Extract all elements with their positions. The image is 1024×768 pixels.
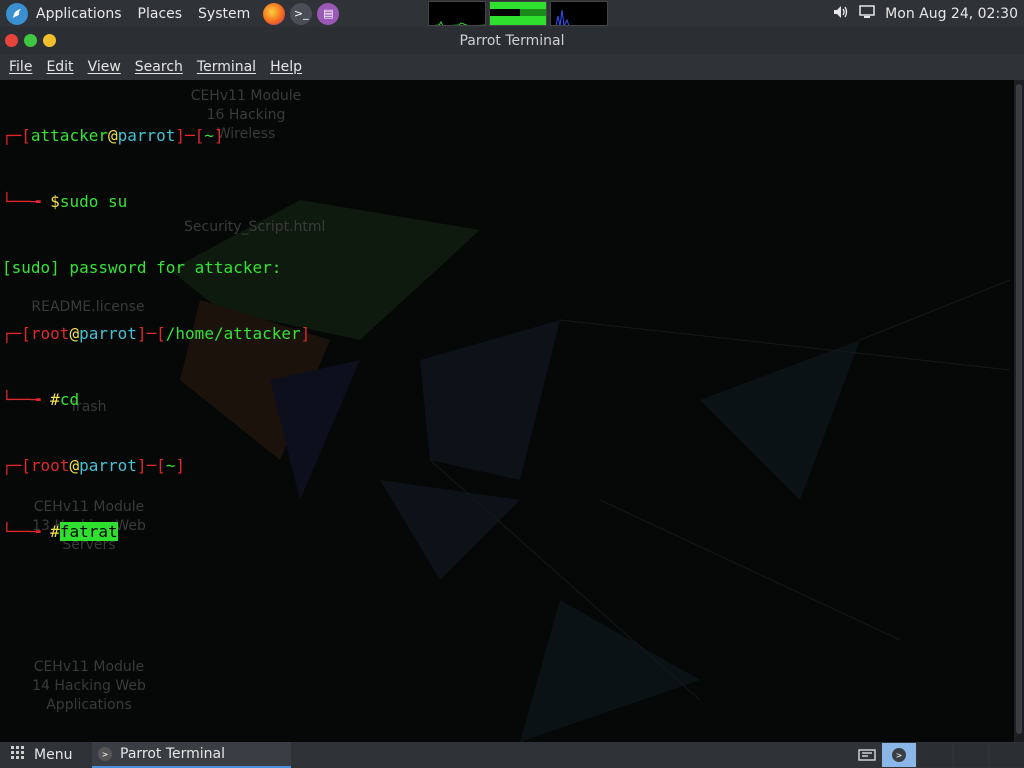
network-monitor: [550, 1, 608, 26]
top-panel: Applications Places System >_ ▤ Mon Aug …: [0, 0, 1024, 27]
window-titlebar[interactable]: Parrot Terminal: [0, 27, 1024, 54]
menu-button[interactable]: Menu: [0, 742, 88, 768]
menu-view[interactable]: View: [81, 59, 128, 75]
grid-icon: [10, 745, 26, 765]
system-menu[interactable]: System: [190, 0, 258, 27]
menu-file[interactable]: File: [2, 59, 39, 75]
terminal-icon: >: [892, 748, 906, 762]
system-label: System: [198, 5, 251, 22]
menu-help[interactable]: Help: [263, 59, 309, 75]
display-icon[interactable]: [859, 4, 875, 23]
taskbar-item-parrot-terminal[interactable]: > Parrot Terminal: [92, 742, 291, 768]
window-title: Parrot Terminal: [459, 33, 565, 49]
scrollbar-thumb[interactable]: [1016, 84, 1022, 734]
terminal-output: ┌─[attacker@parrot]─[~] └──╼ $sudo su [s…: [2, 81, 310, 587]
terminal-line: [sudo] password for attacker:: [2, 258, 282, 277]
taskbar-item-label: Parrot Terminal: [120, 746, 226, 762]
clock[interactable]: Mon Aug 24, 02:30: [885, 6, 1018, 22]
volume-icon[interactable]: [833, 5, 849, 23]
terminal-icon[interactable]: >_: [290, 2, 313, 25]
applications-label: Applications: [36, 5, 122, 22]
menubar: File Edit View Search Terminal Help: [0, 54, 1024, 80]
places-menu[interactable]: Places: [130, 0, 191, 27]
menu-search[interactable]: Search: [128, 59, 190, 75]
menu-terminal[interactable]: Terminal: [190, 59, 263, 75]
terminal-line: └──╼ $sudo su: [2, 192, 128, 211]
places-label: Places: [137, 5, 183, 22]
desktop-icon-module14: CEHv11 Module 14 Hacking Web Application…: [32, 659, 146, 713]
bottom-panel: Menu > Parrot Terminal >: [0, 742, 1024, 768]
firefox-icon[interactable]: [263, 2, 286, 25]
terminal-scrollbar[interactable]: [1014, 80, 1024, 742]
terminal-area[interactable]: CEHv11 Module 16 Hacking Wireless Securi…: [0, 80, 1014, 742]
cpu-monitor: [428, 1, 486, 26]
workspace-3[interactable]: [954, 743, 988, 767]
applications-menu[interactable]: Applications: [28, 0, 130, 27]
terminal-line: └──╼ #cd: [2, 390, 80, 409]
show-desktop-icon[interactable]: [852, 742, 882, 768]
terminal-line: ┌─[attacker@parrot]─[~]: [2, 126, 224, 145]
selected-command: fatrat: [59, 522, 118, 541]
workspace-2[interactable]: [918, 743, 952, 767]
menu-label: Menu: [34, 747, 73, 763]
parrot-logo-icon[interactable]: [6, 2, 28, 25]
system-monitors[interactable]: [428, 1, 608, 26]
memory-monitor: [489, 1, 547, 26]
terminal-line: ┌─[root@parrot]─[~]: [2, 456, 186, 475]
terminal-line: ┌─[root@parrot]─[/home/attacker]: [2, 324, 311, 343]
workspace-4[interactable]: [990, 743, 1024, 767]
terminal-line: └──╼ #fatrat: [2, 522, 118, 541]
menu-edit[interactable]: Edit: [39, 59, 80, 75]
terminal-icon: >: [98, 747, 112, 761]
text-editor-icon[interactable]: ▤: [317, 2, 340, 25]
workspace-switcher[interactable]: >: [882, 743, 916, 767]
